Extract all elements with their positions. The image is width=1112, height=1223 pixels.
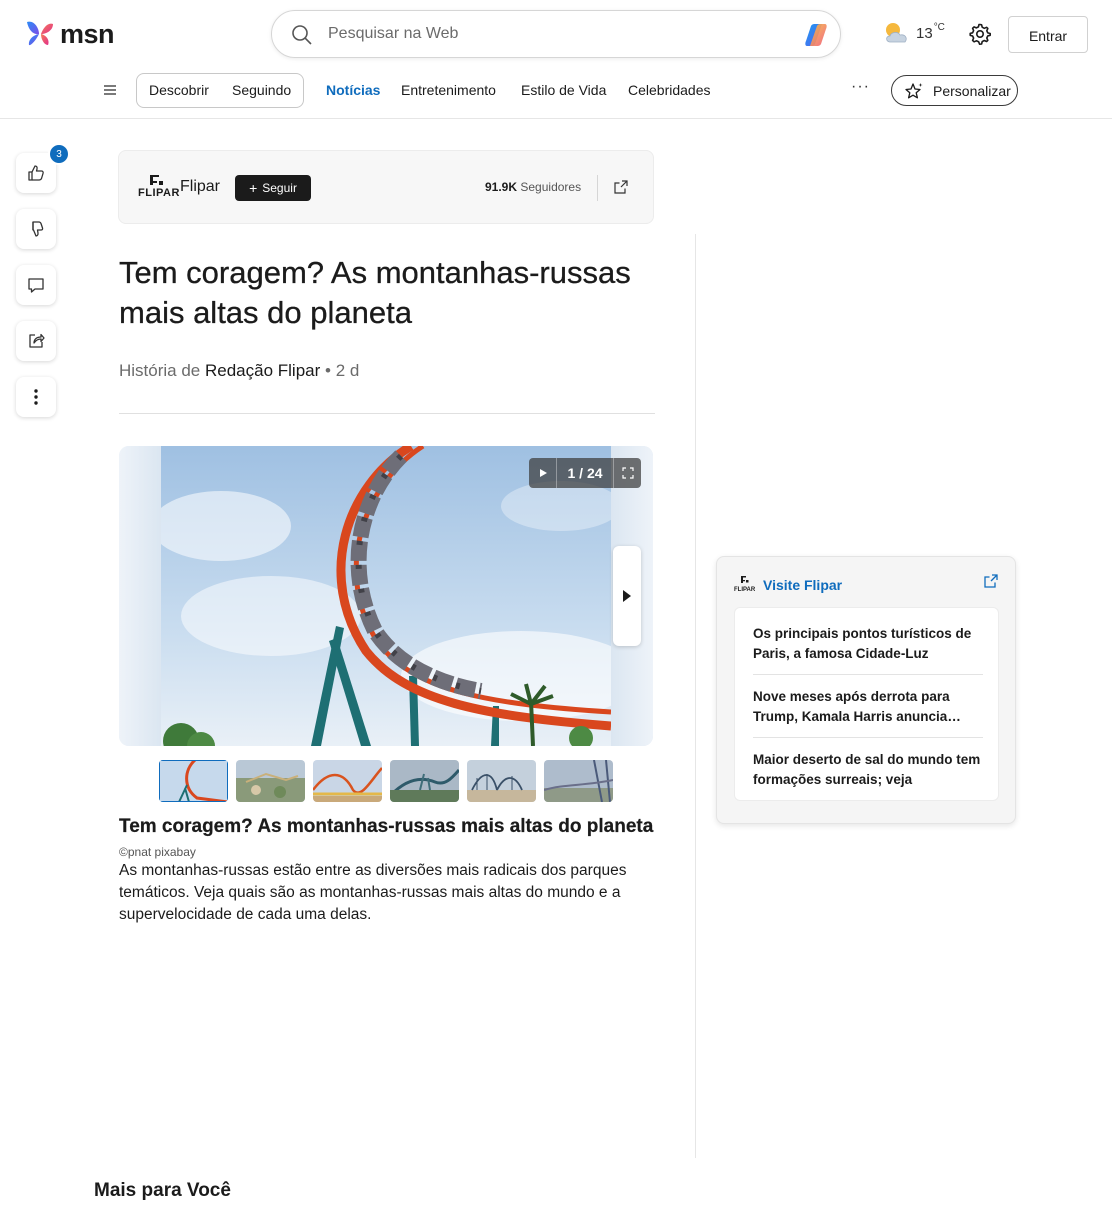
category-nav: Descobrir Seguindo Notícias Entretenimen… [0, 66, 1112, 119]
publisher-article-link[interactable]: Maior deserto de sal do mundo tem formaç… [753, 750, 983, 790]
msn-logo-text: msn [60, 18, 115, 49]
slide-description: As montanhas-russas estão entre as diver… [119, 862, 627, 923]
author-link[interactable]: Redação Flipar [205, 361, 320, 380]
nav-link-celebridades[interactable]: Celebridades [628, 82, 711, 98]
search-box[interactable] [271, 10, 841, 58]
more-actions-button[interactable] [16, 377, 56, 417]
publisher-name[interactable]: Flipar [180, 178, 220, 196]
thumbnail-4[interactable] [390, 760, 459, 802]
publisher-article-link[interactable]: Os principais pontos turísticos de Paris… [753, 624, 983, 664]
divider [753, 737, 983, 738]
hamburger-menu-icon[interactable] [102, 83, 118, 97]
thumbs-down-icon [32, 221, 44, 237]
feed-switcher: Descobrir Seguindo [136, 73, 304, 108]
share-icon [29, 333, 45, 348]
search-input[interactable] [328, 21, 788, 47]
next-slide-button[interactable] [613, 546, 641, 646]
partly-cloudy-icon [886, 23, 907, 43]
flipar-logo: FLIPAR [734, 576, 755, 593]
divider [753, 674, 983, 675]
thumbnail-2[interactable] [236, 760, 305, 802]
flipar-logo-text: FLIPAR [138, 187, 180, 199]
thumbnail-6[interactable] [544, 760, 613, 802]
top-header: msn 13°C Entrar [0, 0, 1112, 66]
nav-link-estilo-de-vida[interactable]: Estilo de Vida [521, 82, 606, 98]
column-divider [695, 234, 696, 1158]
comment-icon [28, 278, 44, 293]
nav-link-entretenimento[interactable]: Entretenimento [401, 82, 496, 98]
gear-icon[interactable] [968, 22, 992, 46]
slideshow-gallery[interactable]: 1 / 24 [119, 446, 653, 746]
comments-button[interactable] [16, 265, 56, 305]
sparkle-star-icon [905, 83, 923, 99]
tab-descobrir[interactable]: Descobrir [149, 82, 209, 98]
more-for-you-heading: Mais para Você [94, 1180, 231, 1201]
svg-text:FLIPAR: FLIPAR [734, 587, 755, 593]
vertical-dots-icon [34, 389, 38, 405]
slide-title: Tem coragem? As montanhas-russas mais al… [119, 816, 654, 837]
search-icon [292, 25, 312, 45]
thumbnail-strip [159, 760, 613, 802]
slide-counter: 1 / 24 [567, 465, 603, 481]
open-external-icon[interactable] [983, 573, 999, 589]
plus-icon: + [249, 180, 258, 196]
article-byline: História de Redação Flipar • 2 d [119, 361, 360, 380]
personalize-button[interactable]: Personalizar [891, 75, 1018, 106]
thumbnail-5[interactable] [467, 760, 536, 802]
slideshow-controls: 1 / 24 [529, 458, 641, 488]
personalize-label: Personalizar [933, 83, 1011, 99]
visit-publisher-card: FLIPAR Visite Flipar Os principais ponto… [716, 556, 1016, 824]
thumbnail-1[interactable] [159, 760, 228, 802]
share-button[interactable] [16, 321, 56, 361]
open-external-icon[interactable] [613, 179, 629, 195]
visit-publisher-link[interactable]: Visite Flipar [763, 577, 842, 593]
publisher-card: FLIPAR Flipar + Seguir 91.9K Seguidores [118, 150, 654, 224]
divider [597, 175, 598, 201]
sign-in-button[interactable]: Entrar [1008, 16, 1088, 53]
more-options-icon[interactable]: ··· [851, 78, 870, 96]
thumbnail-3[interactable] [313, 760, 382, 802]
fullscreen-icon[interactable] [613, 458, 641, 488]
tab-seguindo[interactable]: Seguindo [232, 82, 291, 98]
play-icon[interactable] [529, 458, 557, 488]
like-count-badge: 3 [48, 143, 70, 165]
article-age: • 2 d [325, 361, 360, 380]
follow-label: Seguir [262, 181, 297, 195]
thumbs-up-icon [28, 165, 44, 181]
roller-coaster-photo [161, 446, 611, 746]
msn-logo[interactable]: msn [24, 18, 115, 50]
copilot-icon[interactable] [800, 19, 832, 51]
follow-button[interactable]: + Seguir [235, 175, 311, 201]
nav-link-noticias[interactable]: Notícias [326, 82, 380, 98]
image-credit: ©pnat pixabay [119, 845, 196, 859]
dislike-button[interactable] [16, 209, 56, 249]
weather-temperature: 13°C [916, 21, 945, 42]
gallery-edge [119, 446, 161, 746]
msn-butterfly-icon [27, 21, 53, 46]
publisher-article-link[interactable]: Nove meses após derrota para Trump, Kama… [753, 687, 983, 727]
chevron-right-icon [623, 590, 631, 602]
publisher-article-list: Os principais pontos turísticos de Paris… [734, 607, 999, 801]
weather-widget[interactable]: 13°C [882, 20, 945, 46]
article-title: Tem coragem? As montanhas-russas mais al… [119, 255, 631, 330]
followers-count: 91.9K Seguidores [485, 180, 582, 194]
divider [119, 413, 655, 414]
